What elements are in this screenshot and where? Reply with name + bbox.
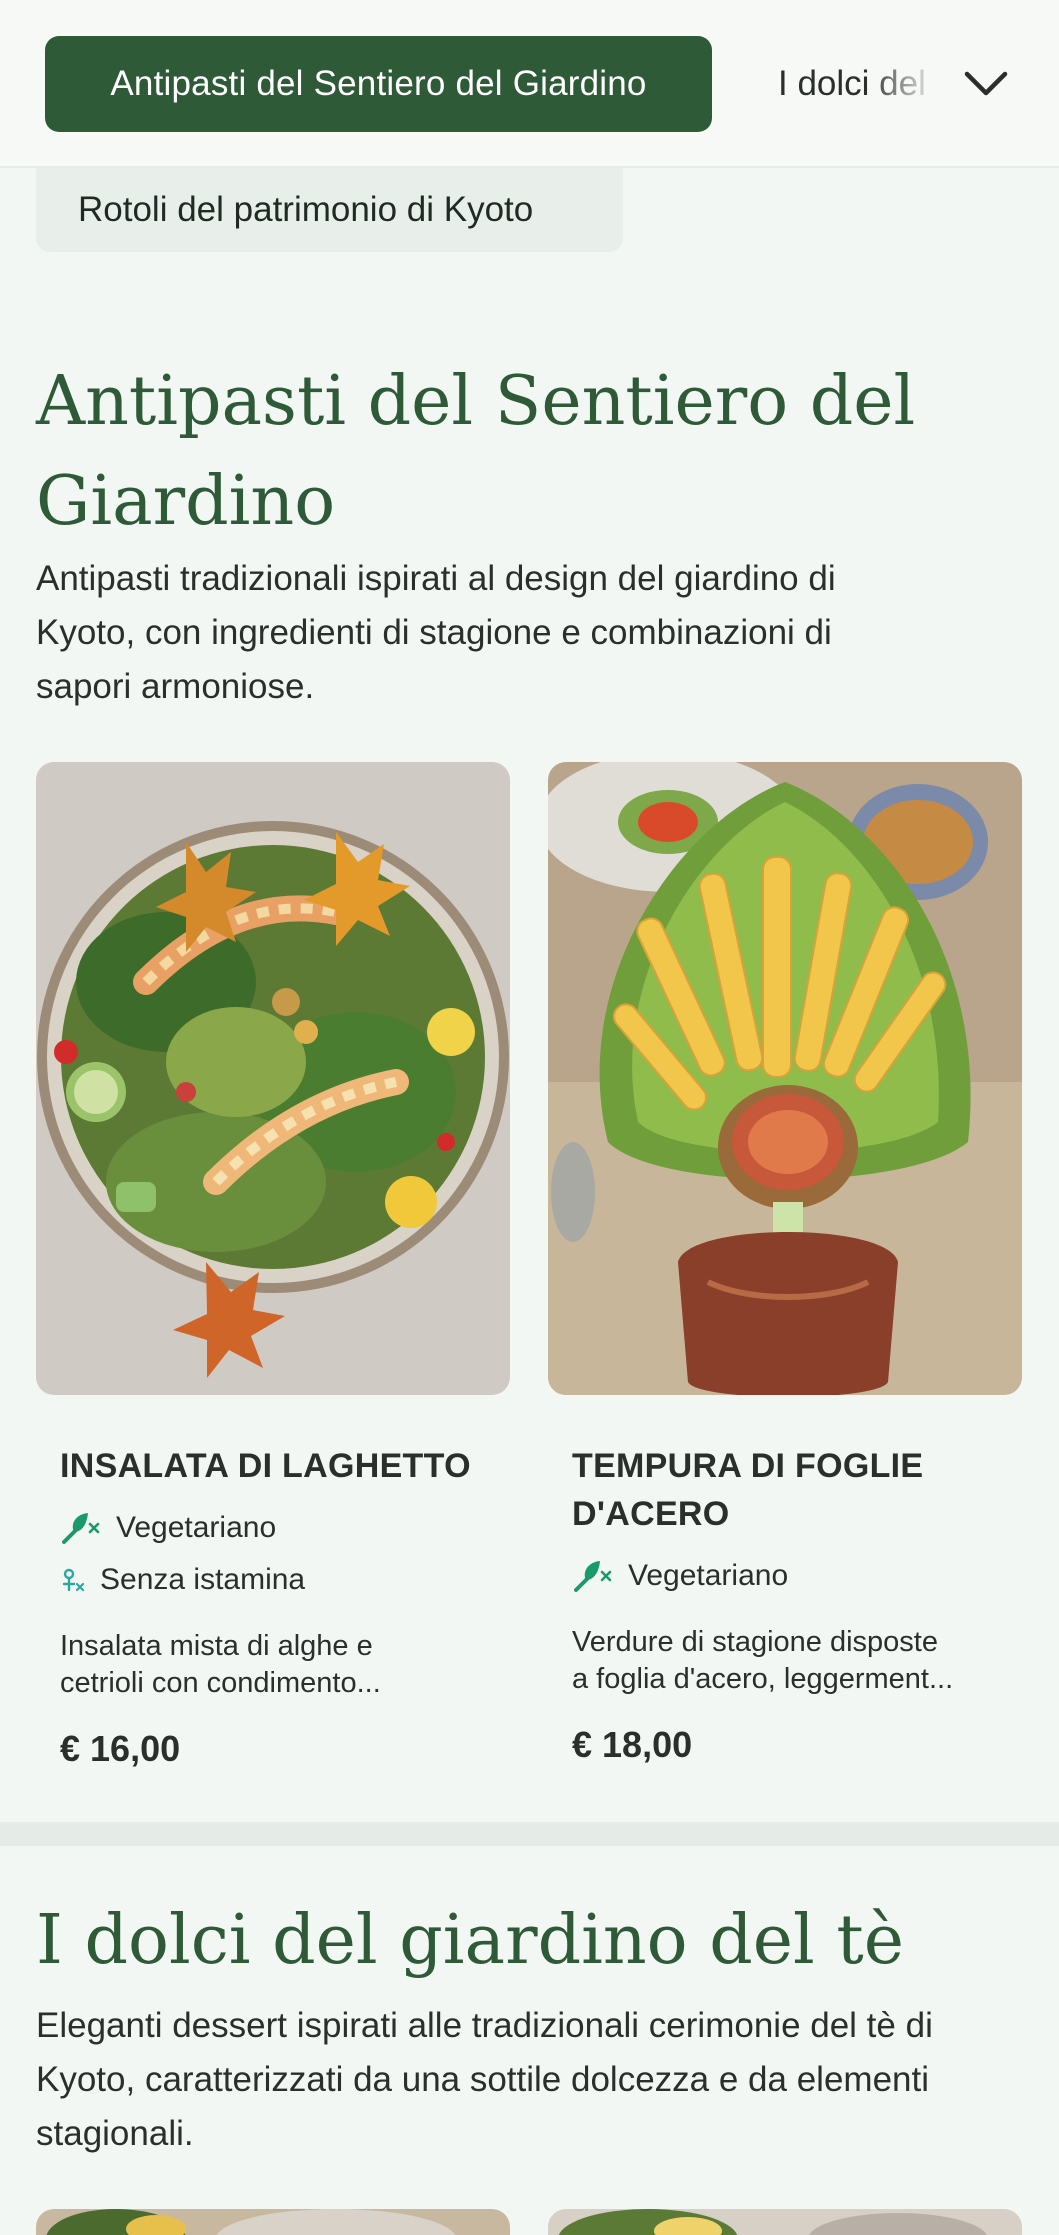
tag-vegetarian: Vegetariano — [572, 1554, 788, 1598]
menu-item-card[interactable]: TEMPURA DI FOGLIE D'ACERO Vegetariano Ve… — [548, 762, 1022, 1765]
dish-price: € 16,00 — [60, 1728, 181, 1769]
tag-label: Vegetariano — [116, 1511, 277, 1544]
dish-name: INSALATA DI LAGHETTO — [60, 1447, 471, 1485]
dish-description-line: cetrioli con condimento... — [60, 1667, 381, 1699]
histamine-free-icon — [60, 1566, 86, 1594]
section-description-line: Eleganti dessert ispirati alle tradizion… — [36, 2006, 933, 2045]
section-divider — [0, 1822, 1059, 1846]
tag-histamine-free: Senza istamina — [60, 1558, 305, 1602]
section-description-line: stagionali. — [36, 2114, 194, 2153]
tag-label: Vegetariano — [628, 1559, 789, 1592]
dish-image — [548, 2209, 1022, 2235]
vegetarian-icon — [60, 1510, 102, 1546]
dish-name-line: D'ACERO — [572, 1495, 730, 1533]
section-title: I dolci del giardino del tè — [36, 1901, 904, 1980]
dish-description-line: Verdure di stagione disposte — [572, 1626, 938, 1658]
dish-description-line: a foglia d'acero, leggerment... — [572, 1663, 954, 1695]
dish-image — [36, 2209, 510, 2235]
vegetarian-icon — [572, 1558, 614, 1594]
category-tab-kyoto-rolls[interactable]: Rotoli del patrimonio di Kyoto — [36, 168, 623, 252]
section-description: Antipasti tradizionali ispirati al desig… — [36, 552, 1036, 714]
dish-price: € 18,00 — [572, 1724, 693, 1765]
tag-vegetarian: Vegetariano — [60, 1506, 276, 1550]
section-description-line: Kyoto, con ingredienti di stagione e com… — [36, 613, 832, 652]
section-title-line2: Giardino — [36, 462, 336, 541]
dish-description: Insalata mista di alghe e cetrioli con c… — [60, 1628, 480, 1702]
dish-image — [548, 762, 1022, 1395]
section-description: Eleganti dessert ispirati alle tradizion… — [36, 1999, 1036, 2161]
dish-description-line: Insalata mista di alghe e — [60, 1630, 373, 1662]
dish-description: Verdure di stagione disposte a foglia d'… — [572, 1624, 992, 1698]
section-description-line: Antipasti tradizionali ispirati al desig… — [36, 559, 836, 598]
section-title: Antipasti del Sentiero del Giardino — [36, 352, 1036, 552]
category-tab-active[interactable]: Antipasti del Sentiero del Giardino — [45, 36, 712, 132]
category-nav: Antipasti del Sentiero del Giardino I do… — [0, 0, 1059, 168]
chevron-down-icon[interactable] — [960, 62, 1012, 106]
section-description-line: Kyoto, caratterizzati da una sottile dol… — [36, 2060, 929, 2099]
section-description-line: sapori armoniose. — [36, 667, 315, 706]
tag-label: Senza istamina — [100, 1563, 306, 1596]
dish-name-line: TEMPURA DI FOGLIE — [572, 1447, 924, 1485]
menu-item-card[interactable]: INSALATA DI LAGHETTO Vegetariano Senza i… — [36, 762, 510, 1769]
category-tab-next[interactable]: I dolci del giardino del tè — [778, 56, 938, 112]
section-title-line1: Antipasti del Sentiero del — [36, 362, 916, 441]
dish-image — [36, 762, 510, 1395]
dish-name: TEMPURA DI FOGLIE D'ACERO — [572, 1442, 1012, 1538]
